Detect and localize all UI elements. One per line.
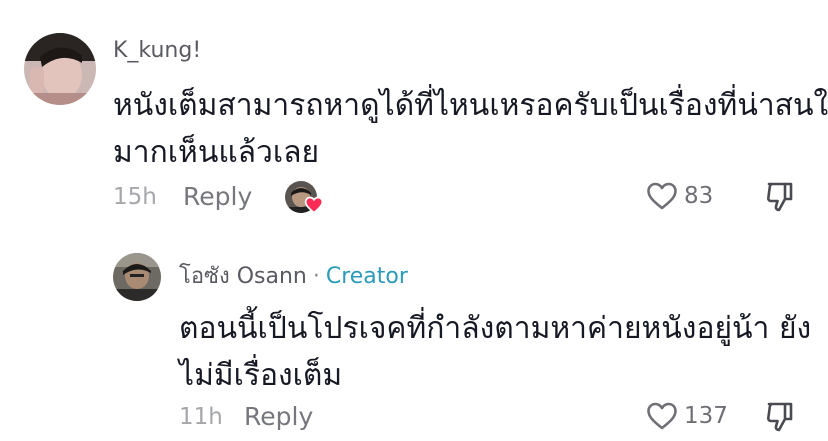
like-group[interactable]: 83 — [646, 181, 713, 211]
heart-filled-icon — [304, 196, 324, 214]
thumbs-down-icon[interactable] — [765, 181, 795, 213]
thumbs-down-icon[interactable] — [765, 401, 795, 433]
like-count: 83 — [684, 183, 714, 209]
heart-outline-icon[interactable] — [646, 401, 678, 431]
creator-avatar[interactable] — [113, 253, 161, 301]
separator-dot: · — [312, 264, 320, 289]
reply-text-line: ไม่มีเรื่องเต็ม — [179, 358, 343, 393]
reply-text: ตอนนี้เป็นโปรเจคที่กำลังตามหาค่ายหนังอยู… — [179, 305, 811, 399]
avatar[interactable] — [24, 33, 96, 105]
comment-text-line: หนังเต็มสามารถหาดูได้ที่ไหนเหรอครับเป็นเ… — [113, 88, 828, 123]
reply-button[interactable]: Reply — [183, 182, 252, 211]
comment-timestamp: 15h — [113, 184, 157, 210]
comment-username[interactable]: K_kung! — [113, 38, 201, 63]
like-count: 137 — [684, 403, 728, 429]
comment-text: หนังเต็มสามารถหาดูได้ที่ไหนเหรอครับเป็นเ… — [113, 82, 828, 176]
heart-outline-icon[interactable] — [646, 181, 678, 211]
reply-text-line: ตอนนี้เป็นโปรเจคที่กำลังตามหาค่ายหนังอยู… — [179, 311, 812, 346]
reply-username[interactable]: โอซัง Osann — [179, 264, 307, 289]
comment-text-line: มากเห็นแล้วเลย — [113, 135, 320, 170]
creator-badge: Creator — [325, 264, 408, 289]
like-group[interactable]: 137 — [646, 401, 728, 431]
reply-button[interactable]: Reply — [244, 402, 313, 431]
reply-username-row: โอซัง Osann · Creator — [179, 258, 408, 293]
creator-liked-badge — [285, 181, 324, 217]
reply-timestamp: 11h — [179, 404, 223, 430]
